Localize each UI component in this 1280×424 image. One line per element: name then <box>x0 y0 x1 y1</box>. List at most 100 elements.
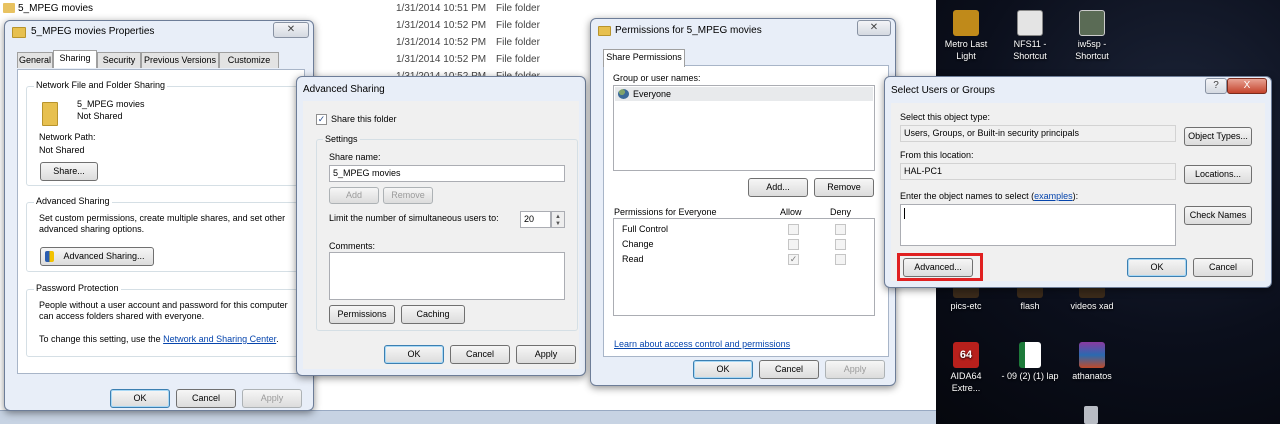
share-folder-label: Share this folder <box>331 114 397 124</box>
add-user-button[interactable]: Add... <box>748 178 808 197</box>
cancel-button[interactable]: Cancel <box>450 345 510 364</box>
file-date: 1/31/2014 10:52 PM <box>396 20 487 31</box>
cancel-button[interactable]: Cancel <box>759 360 819 379</box>
desktop-icon-athanatos[interactable]: athanatos <box>1062 342 1122 382</box>
desktop-icon-label: videos xad <box>1070 301 1114 311</box>
full-control-allow-checkbox[interactable] <box>788 224 799 235</box>
ok-button[interactable]: OK <box>1127 258 1187 277</box>
aida64-icon: 64 <box>953 342 979 368</box>
locations-button[interactable]: Locations... <box>1184 165 1252 184</box>
network-path-value: Not Shared <box>39 145 85 155</box>
window-title: 5_MPEG movies Properties <box>31 26 155 37</box>
permissions-button[interactable]: Permissions <box>329 305 395 324</box>
group-title: Password Protection <box>34 283 121 293</box>
full-control-deny-checkbox[interactable] <box>835 224 846 235</box>
permissions-list: Full Control Change Read ✓ <box>613 218 875 316</box>
apply-button[interactable]: Apply <box>825 360 885 379</box>
share-permissions-panel: Group or user names: Everyone Add... Rem… <box>603 65 889 357</box>
password-description: People without a user account and passwo… <box>39 300 288 321</box>
remove-user-button[interactable]: Remove <box>814 178 874 197</box>
desktop-icon-label: athanatos <box>1072 371 1112 381</box>
file-date: 1/31/2014 10:52 PM <box>396 54 487 65</box>
desktop-icon-label: AIDA64 Extre... <box>950 371 982 393</box>
advanced-sharing-window: Advanced Sharing ✓ Share this folder Set… <box>296 76 586 376</box>
cancel-button[interactable]: Cancel <box>1193 258 1253 277</box>
excel-file-icon <box>1019 342 1041 368</box>
desktop-icon-videos[interactable]: videos xad <box>1062 284 1122 312</box>
group-title: Advanced Sharing <box>34 196 112 206</box>
user-limit-input[interactable]: 20 <box>520 211 551 228</box>
list-item[interactable]: Everyone <box>615 87 873 101</box>
allow-header: Allow <box>780 207 802 217</box>
share-name-input[interactable]: 5_MPEG movies <box>329 165 565 182</box>
tab-previous-versions[interactable]: Previous Versions <box>141 52 219 68</box>
desktop-icon-iw5sp[interactable]: iw5sp - Shortcut <box>1062 10 1122 62</box>
desktop-icon-flash[interactable]: flash <box>1000 284 1060 312</box>
user-limit-label: Limit the number of simultaneous users t… <box>329 213 499 223</box>
tab-share-permissions[interactable]: Share Permissions <box>603 49 685 67</box>
permission-name: Read <box>622 254 644 264</box>
add-share-button[interactable]: Add <box>329 187 379 204</box>
enter-names-label: Enter the object names to select (exampl… <box>900 191 1078 202</box>
explorer-status-bar <box>0 410 936 424</box>
desktop-icon-pics[interactable]: pics-etc <box>936 284 996 312</box>
file-date: 1/31/2014 10:51 PM <box>396 3 487 14</box>
desktop-icon-label: iw5sp - Shortcut <box>1075 39 1109 61</box>
user-limit-spinner[interactable]: ▲ ▼ <box>551 211 565 228</box>
recycle-bin-icon[interactable] <box>1084 406 1098 424</box>
desktop-icon-aida64[interactable]: 64 AIDA64 Extre... <box>936 342 996 394</box>
spin-down-icon[interactable]: ▼ <box>555 221 561 227</box>
folder-icon <box>12 27 26 38</box>
file-type: File folder <box>496 20 540 31</box>
change-deny-checkbox[interactable] <box>835 239 846 250</box>
tab-sharing[interactable]: Sharing <box>53 50 97 68</box>
desktop-icon-nfs11[interactable]: NFS11 - Shortcut <box>1000 10 1060 62</box>
select-users-window: Select Users or Groups ? X Select this o… <box>884 76 1272 288</box>
desktop-icon-excel[interactable]: - 09 (2) (1) lap <box>1000 342 1060 382</box>
ok-button[interactable]: OK <box>384 345 444 364</box>
advanced-sharing-button[interactable]: Advanced Sharing... <box>40 247 154 266</box>
ok-button[interactable]: OK <box>693 360 753 379</box>
read-deny-checkbox[interactable] <box>835 254 846 265</box>
permission-name: Change <box>622 239 654 249</box>
apply-button[interactable]: Apply <box>242 389 302 408</box>
help-button[interactable]: ? <box>1205 78 1227 94</box>
text-suffix: ): <box>1072 191 1079 201</box>
location-value: HAL-PC1 <box>900 163 1176 180</box>
close-button[interactable]: ✕ <box>273 22 309 38</box>
object-types-button[interactable]: Object Types... <box>1184 127 1252 146</box>
file-name: 5_MPEG movies <box>18 3 94 14</box>
close-button[interactable]: ✕ <box>857 20 891 36</box>
tab-customize[interactable]: Customize <box>219 52 279 68</box>
group-names-label: Group or user names: <box>613 73 701 83</box>
ok-button[interactable]: OK <box>110 389 170 408</box>
permissions-header: Permissions for Everyone <box>614 207 717 217</box>
window-title: Permissions for 5_MPEG movies <box>615 25 762 36</box>
apply-button[interactable]: Apply <box>516 345 576 364</box>
network-sharing-center-link[interactable]: Network and Sharing Center <box>163 334 276 344</box>
learn-permissions-link[interactable]: Learn about access control and permissio… <box>614 339 790 350</box>
remove-share-button[interactable]: Remove <box>383 187 433 204</box>
close-button[interactable]: X <box>1227 78 1267 94</box>
spin-up-icon[interactable]: ▲ <box>555 214 561 220</box>
examples-link[interactable]: examples <box>1034 191 1073 201</box>
file-row[interactable]: 5_MPEG movies 1/31/2014 10:51 PM File fo… <box>0 0 936 17</box>
tab-general[interactable]: General <box>17 52 53 68</box>
properties-window: 5_MPEG movies Properties ✕ General Shari… <box>4 20 314 411</box>
read-allow-checkbox[interactable]: ✓ <box>788 254 799 265</box>
caching-button[interactable]: Caching <box>401 305 465 324</box>
network-path-label: Network Path: <box>39 132 96 142</box>
share-folder-checkbox[interactable]: ✓ <box>316 114 327 125</box>
deny-header: Deny <box>830 207 852 217</box>
check-names-button[interactable]: Check Names <box>1184 206 1252 225</box>
change-allow-checkbox[interactable] <box>788 239 799 250</box>
object-names-input[interactable] <box>900 204 1176 246</box>
user-list[interactable]: Everyone <box>613 85 875 171</box>
advanced-button[interactable]: Advanced... <box>903 258 973 277</box>
desktop-icon-metro[interactable]: Metro Last Light <box>936 10 996 62</box>
window-title: Advanced Sharing <box>303 84 385 95</box>
tab-security[interactable]: Security <box>97 52 141 68</box>
cancel-button[interactable]: Cancel <box>176 389 236 408</box>
comments-input[interactable] <box>329 252 565 300</box>
share-button[interactable]: Share... <box>40 162 98 181</box>
